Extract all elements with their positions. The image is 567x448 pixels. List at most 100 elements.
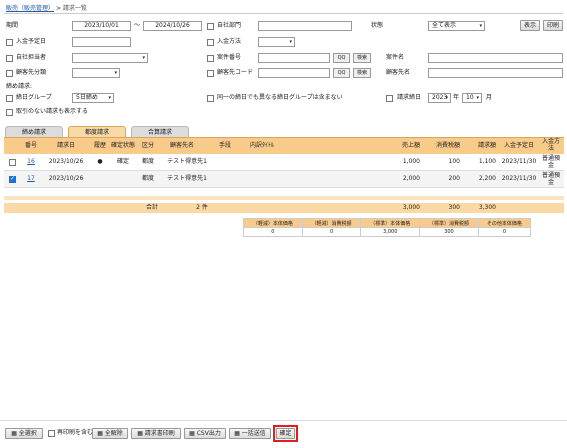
confirm-button[interactable]: 確定 [276,428,295,439]
total-count: 2 件 [196,204,208,211]
breadcrumb-divider [4,13,563,14]
breadcrumb: 販売（販売管理） > 請求一覧 [6,3,87,12]
csv-output-label: CSV出力 [196,430,221,437]
status-label: 状態 [371,22,384,29]
due-date-input[interactable] [72,37,131,47]
tax-summary-header: （軽減）本体価格 [243,218,303,228]
total-label: 合計 [145,204,158,211]
deselect-all-button[interactable]: ▦ 全解除 [92,428,128,439]
pay-method-select[interactable]: ▾ [258,37,295,47]
row-amount: 2,200 [478,175,496,182]
row-date: 2023/10/26 [48,158,84,165]
batch-send-label: 一括送信 [241,430,266,437]
tax-summary-header: その他本体価格 [477,218,532,228]
client-cat-checkbox[interactable] [6,70,13,77]
row-number-link[interactable]: 16 [20,158,42,166]
case-name-input[interactable] [428,53,563,63]
col-header-method: 手段 [218,142,231,149]
chevron-down-icon: ▾ [445,95,448,101]
totals-row: 合計 2 件 3,000 300 3,300 [4,203,564,213]
tax-summary-value: 300 [419,227,479,237]
row-checkbox[interactable] [9,159,16,166]
exclude-group-label: 同一の締日でも異なる締日グループは含まない [217,94,343,101]
chevron-down-icon: ▾ [289,39,292,45]
row-kind: 都度 [141,175,154,182]
batch-send-button[interactable]: ▦ 一括送信 [229,428,271,439]
date-from-input[interactable]: 2023/10/01 [72,21,131,31]
case-lookup-button[interactable]: QQ [333,53,350,63]
chevron-down-icon: ▾ [476,95,479,101]
case-no-label: 案件番号 [217,54,242,61]
case-search-button[interactable]: 検索 [353,53,371,63]
period-label: 期間 [6,22,19,29]
row-amount: 1,100 [478,158,496,165]
table-row[interactable]: 17 2023/10/26 都度 テスト得意先1 2,000 200 2,200… [4,171,564,188]
include-resend-label: 再印刷を含む [57,429,94,436]
year-select[interactable]: 2023 ▾ [428,93,451,103]
client-lookup-button[interactable]: QQ [333,68,350,78]
month-select[interactable]: 10 ▾ [462,93,482,103]
year-unit: 年 [453,94,460,101]
chevron-down-icon: ▾ [114,70,117,76]
search-icon: QQ [337,55,346,61]
row-sales: 2,000 [402,175,420,182]
row-tax: 100 [448,158,460,165]
pay-method-checkbox[interactable] [207,39,214,46]
month-unit: 月 [486,94,493,101]
tax-summary-header: （標準）本体価格 [360,218,421,228]
billing-title: 締め請求: [6,83,33,90]
table-row[interactable]: 16 2023/10/26 ● 確定 都度 テスト得意先1 1,000 100 … [4,154,564,171]
client-search-button[interactable]: 検索 [353,68,371,78]
col-header-breakdown: 内訳ﾀｲﾄﾙ [249,142,274,149]
dept-label: 自社部門 [217,22,242,29]
dept-checkbox[interactable] [207,23,214,30]
dept-input[interactable] [258,21,352,31]
select-all-button[interactable]: ▦ 全選択 [5,428,43,439]
tax-summary-header: （標準）消費税額 [419,218,479,228]
total-tax: 300 [448,204,460,211]
case-no-input[interactable] [258,53,330,63]
client-code-label: 顧客先コード [217,69,254,76]
exclude-group-checkbox[interactable] [207,95,214,102]
csv-output-button[interactable]: ▦ CSV出力 [184,428,226,439]
col-header-sales: 売上額 [401,142,420,149]
total-amount: 3,300 [478,204,496,211]
tax-summary-value: 0 [477,227,532,237]
show-none-checkbox[interactable] [6,109,13,116]
row-checkbox[interactable] [9,175,16,183]
col-header-date: 請求日 [56,142,75,149]
owner-select[interactable]: ▾ [72,53,148,63]
history-icon[interactable]: ● [92,158,108,166]
case-name-label: 案件名 [386,54,405,61]
client-code-checkbox[interactable] [207,70,214,77]
due-date-checkbox[interactable] [6,39,13,46]
chevron-down-icon: ▾ [108,95,111,101]
print-invoice-label: 請求書印刷 [144,430,175,437]
date-to-input[interactable]: 2024/10/26 [143,21,202,31]
status-select[interactable]: 全て表示 ▾ [428,21,485,31]
col-header-amount: 請求額 [477,142,496,149]
row-date: 2023/10/26 [48,175,84,182]
group-select-value: 5日締め [76,94,98,101]
owner-checkbox[interactable] [6,55,13,62]
grid-icon: ▦ [234,430,242,437]
col-header-status: 確定状態 [110,142,135,149]
print-invoice-button[interactable]: ▦ 請求書印刷 [131,428,181,439]
tax-summary-value: 0 [301,227,362,237]
row-due: 2023/11/30 [501,175,537,182]
client-cat-select[interactable]: ▾ [72,68,120,78]
group-select[interactable]: 5日締め ▾ [72,93,114,103]
breadcrumb-parent-link[interactable]: 販売（販売管理） [6,5,54,12]
closing-date-checkbox[interactable] [386,95,393,102]
include-resend-checkbox[interactable] [48,430,55,437]
print-button[interactable]: 印刷 [543,20,563,31]
client-name-input[interactable] [428,68,563,78]
col-header-no: 番号 [24,142,37,149]
display-button[interactable]: 表示 [520,20,540,31]
group-checkbox[interactable] [6,95,13,102]
row-number-link[interactable]: 17 [20,175,42,183]
client-code-input[interactable] [258,68,330,78]
table-header: 番号 請求日 履歴 確定状態 区分 顧客先名 手段 内訳ﾀｲﾄﾙ 売上額 消費税… [4,138,564,154]
show-none-label: 取引のない請求も表示する [16,108,89,115]
case-no-checkbox[interactable] [207,55,214,62]
